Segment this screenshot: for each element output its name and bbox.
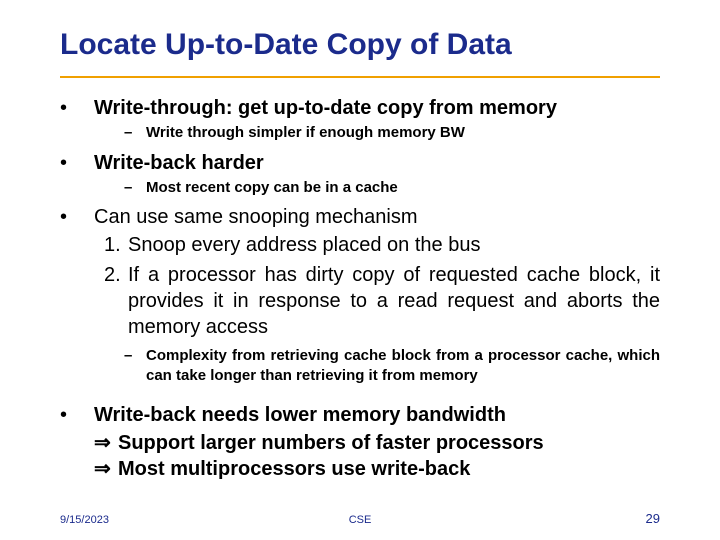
bullet-3-sub: – Complexity from retrieving cache block… — [60, 346, 660, 385]
bullet-2-sub: – Most recent copy can be in a cache — [60, 178, 660, 198]
footer-center: CSE — [0, 514, 720, 526]
slide-title: Locate Up-to-Date Copy of Data — [60, 28, 512, 62]
arrow-text: Support larger numbers of faster process… — [118, 432, 544, 454]
sub-text: Write through simpler if enough memory B… — [146, 123, 660, 143]
arrow-text: Most multiprocessors use write-back — [118, 458, 470, 480]
arrow-line-1: ⇒Support larger numbers of faster proces… — [60, 430, 660, 456]
item-number: 1. — [104, 232, 128, 258]
bullet-mark: • — [60, 403, 94, 427]
bullet-2: • Write-back harder — [60, 151, 660, 176]
bullet-3: • Can use same snooping mechanism — [60, 205, 660, 230]
dash-mark: – — [124, 178, 146, 198]
sub-text: Most recent copy can be in a cache — [146, 178, 660, 198]
slide: Locate Up-to-Date Copy of Data • Write-t… — [0, 0, 720, 540]
bullet-4: • Write-back needs lower memory bandwidt… — [60, 403, 660, 428]
sub-text: Complexity from retrieving cache block f… — [146, 346, 660, 385]
item-text: If a processor has dirty copy of request… — [128, 262, 660, 340]
dash-mark: – — [124, 123, 146, 143]
bullet-1-sub: – Write through simpler if enough memory… — [60, 123, 660, 143]
bullet-mark: • — [60, 96, 94, 120]
item-text: Snoop every address placed on the bus — [128, 232, 660, 258]
numbered-list: 1. Snoop every address placed on the bus… — [60, 232, 660, 340]
bullet-mark: • — [60, 205, 94, 229]
footer-page-number: 29 — [646, 511, 660, 526]
bullet-text: Write-through: get up-to-date copy from … — [94, 96, 660, 121]
spacer — [60, 393, 660, 403]
dash-mark: – — [124, 346, 146, 366]
content-area: • Write-through: get up-to-date copy fro… — [60, 96, 660, 482]
bullet-mark: • — [60, 151, 94, 175]
list-item: 2. If a processor has dirty copy of requ… — [104, 262, 660, 340]
bullet-text: Write-back harder — [94, 151, 660, 176]
arrow-icon: ⇒ — [94, 456, 118, 482]
arrow-icon: ⇒ — [94, 430, 118, 456]
arrow-line-2: ⇒Most multiprocessors use write-back — [60, 456, 660, 482]
item-number: 2. — [104, 262, 128, 288]
bullet-text: Write-back needs lower memory bandwidth — [94, 403, 660, 428]
bullet-1: • Write-through: get up-to-date copy fro… — [60, 96, 660, 121]
bullet-text: Can use same snooping mechanism — [94, 205, 660, 230]
list-item: 1. Snoop every address placed on the bus — [104, 232, 660, 258]
title-rule — [60, 76, 660, 78]
